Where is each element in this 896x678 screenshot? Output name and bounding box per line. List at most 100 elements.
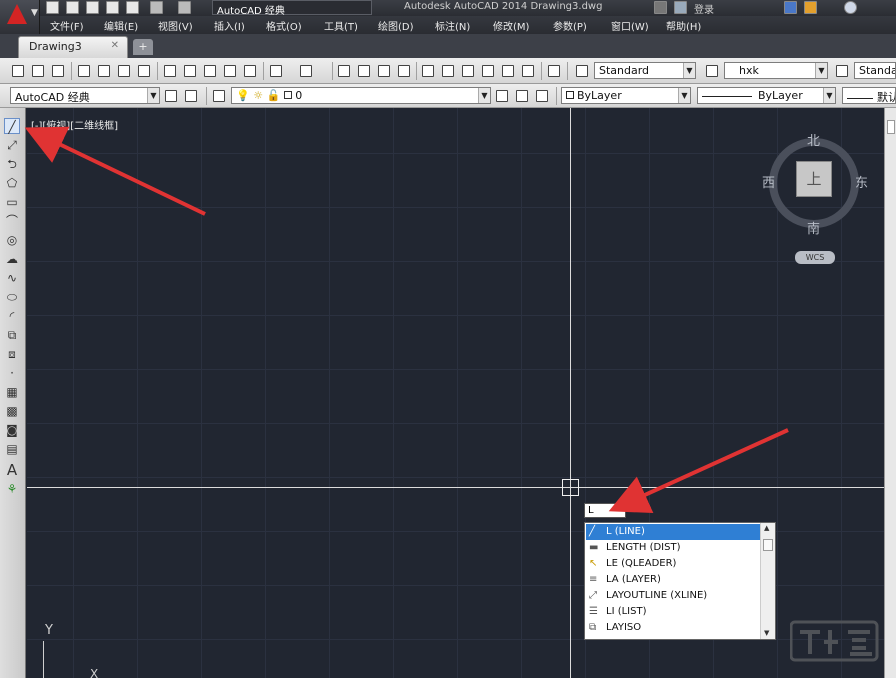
customize-icon[interactable] [183,88,199,104]
user-icon[interactable] [674,1,687,14]
save-as-icon[interactable] [106,1,119,14]
lineweight-dropdown[interactable]: 默认 [842,87,896,104]
workspace-switcher[interactable]: AutoCAD 经典 [212,0,372,17]
workspace-settings-icon[interactable] [163,88,179,104]
menu-file[interactable]: 文件(F) [50,18,84,33]
layer-states-icon[interactable] [534,88,550,104]
table-icon[interactable]: ▤ [4,441,20,457]
scroll-up-icon[interactable]: ▲ [764,524,769,532]
close-icon[interactable]: ✕ [111,40,119,51]
sheet-set-icon[interactable] [480,63,496,79]
block-editor-icon[interactable] [242,63,258,79]
menu-insert[interactable]: 插入(I) [214,18,245,33]
compass-west[interactable]: 西 [762,172,775,191]
dynamic-input-field[interactable]: L [584,503,626,518]
add-selected-icon[interactable]: ⚘ [4,481,20,497]
list-scrollbar[interactable]: ▲ ▼ [760,523,775,639]
new-tab-button[interactable]: + [133,39,153,55]
scroll-thumb[interactable] [887,120,895,134]
layer-dropdown[interactable]: 💡 ☼ 🔓 0 ▼ [231,87,491,104]
list-item[interactable]: ☰ LI (LIST) [586,604,761,620]
list-item[interactable]: ↖ LE (QLEADER) [586,556,761,572]
text-style-icon[interactable] [574,63,590,79]
menu-format[interactable]: 格式(O) [266,18,302,33]
menu-view[interactable]: 视图(V) [158,18,193,33]
pan-icon[interactable] [336,63,352,79]
dim-style-icon[interactable] [704,63,720,79]
help-icon[interactable] [844,1,857,14]
list-item[interactable]: ╱ L (LINE) [586,524,761,540]
menu-parametric[interactable]: 参数(P) [553,18,587,33]
menu-dimension[interactable]: 标注(N) [435,18,470,33]
linetype-dropdown[interactable]: ByLayer ▼ [697,87,836,104]
compass-south[interactable]: 南 [807,218,820,237]
3d-print-icon[interactable] [136,63,152,79]
menu-window[interactable]: 窗口(W) [611,18,649,33]
save-icon[interactable] [50,63,66,79]
tab-drawing3[interactable]: Drawing3 ✕ [18,36,128,58]
menu-tools[interactable]: 工具(T) [324,18,358,33]
scroll-down-icon[interactable]: ▼ [764,629,769,637]
spline-icon[interactable]: ∿ [4,270,20,286]
new-file-icon[interactable] [46,1,59,14]
markup-icon[interactable] [500,63,516,79]
undo-icon[interactable] [268,63,284,79]
publish-icon[interactable] [116,63,132,79]
list-item[interactable]: ⧉ LAYISO [586,620,761,636]
compass-north[interactable]: 北 [807,130,820,149]
help-icon[interactable] [546,63,562,79]
menu-help[interactable]: 帮助(H) [666,18,701,33]
make-current-icon[interactable] [494,88,510,104]
rectangle-icon[interactable]: ▭ [4,194,20,210]
table-style-icon[interactable] [834,63,850,79]
exchange-icon[interactable] [784,1,797,14]
viewport-controls[interactable]: [-][俯视][二维线框] [31,117,118,132]
gradient-icon[interactable]: ▩ [4,403,20,419]
plot-icon[interactable] [76,63,92,79]
ellipse-arc-icon[interactable]: ◜ [4,308,20,324]
zoom-window-icon[interactable] [376,63,392,79]
match-properties-icon[interactable] [222,63,238,79]
table-style-dropdown[interactable]: Standar [854,62,896,79]
properties-icon[interactable] [420,63,436,79]
preview-icon[interactable] [96,63,112,79]
application-menu-button[interactable]: ▼ [0,0,40,34]
drawing-canvas[interactable]: [-][俯视][二维线框] 北 西 东 南 上 WCS L ╱ L (LINE) … [27,108,884,678]
line-icon[interactable]: ╱ [4,118,20,134]
menu-draw[interactable]: 绘图(D) [378,18,414,33]
workspace-dropdown[interactable]: AutoCAD 经典 ▼ [10,87,160,104]
point-icon[interactable]: · [4,365,20,381]
open-icon[interactable] [30,63,46,79]
compass-east[interactable]: 东 [855,172,868,191]
undo-icon[interactable] [150,1,163,14]
scroll-thumb[interactable] [763,539,773,551]
login-button[interactable]: 登录 [694,1,714,16]
redo-icon[interactable] [298,63,314,79]
menu-modify[interactable]: 修改(M) [493,18,529,33]
tool-palettes-icon[interactable] [460,63,476,79]
color-dropdown[interactable]: ByLayer ▼ [561,87,691,104]
list-item[interactable]: ≡ LA (LAYER) [586,572,761,588]
menu-edit[interactable]: 编辑(E) [104,18,138,33]
make-block-icon[interactable]: ⧈ [4,346,20,362]
list-item[interactable]: ⤢ LAYOUTLINE (XLINE) [586,588,761,604]
hatch-icon[interactable]: ▦ [4,384,20,400]
vertical-scrollbar[interactable] [884,108,896,678]
save-icon[interactable] [86,1,99,14]
print-icon[interactable] [126,1,139,14]
viewcube[interactable]: 北 西 东 南 上 WCS [762,130,868,280]
polygon-icon[interactable]: ⬠ [4,175,20,191]
dim-style-dropdown[interactable]: hxk ▼ [724,62,828,79]
design-center-icon[interactable] [440,63,456,79]
region-icon[interactable]: ◙ [4,422,20,438]
copy-icon[interactable] [182,63,198,79]
zoom-previous-icon[interactable] [396,63,412,79]
polyline-icon[interactable]: ⮌ [4,156,20,172]
redo-icon[interactable] [178,1,191,14]
circle-icon[interactable]: ◎ [4,232,20,248]
viewcube-top-face[interactable]: 上 [796,161,832,197]
construction-line-icon[interactable]: ⤢ [4,137,20,153]
revision-cloud-icon[interactable]: ☁ [4,251,20,267]
open-file-icon[interactable] [66,1,79,14]
layer-previous-icon[interactable] [514,88,530,104]
